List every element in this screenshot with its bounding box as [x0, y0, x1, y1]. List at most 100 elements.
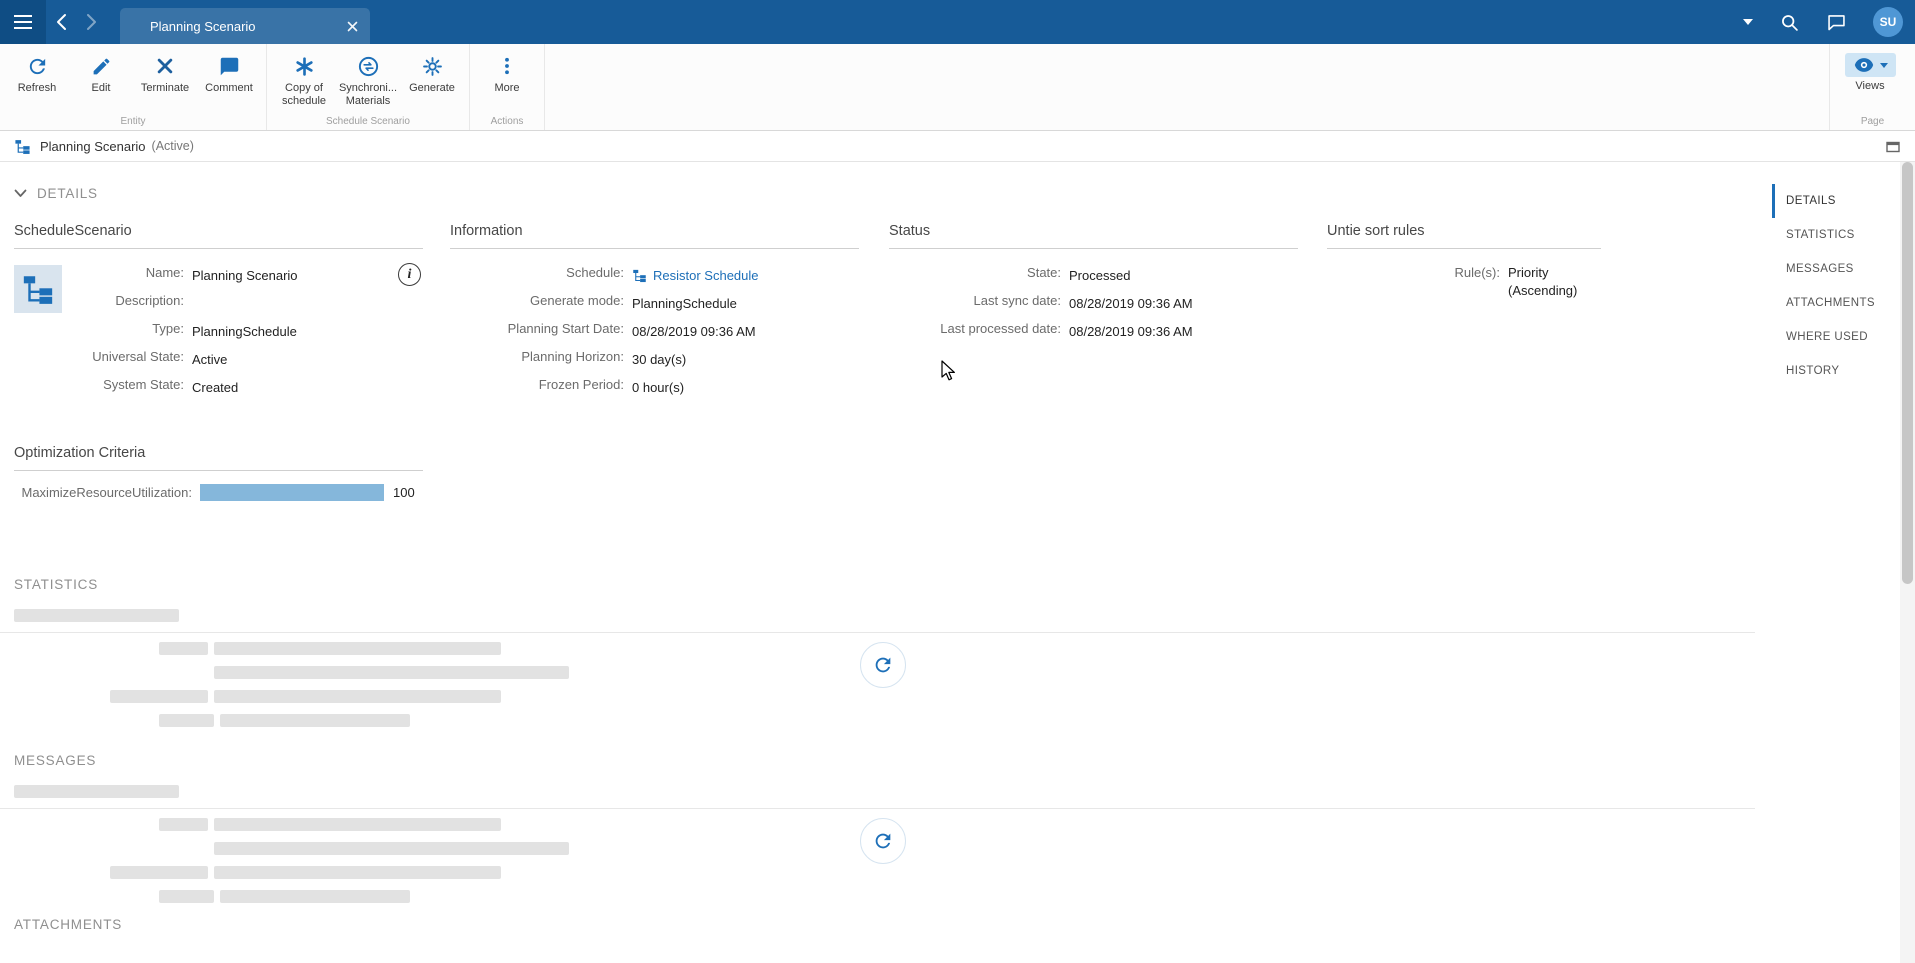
divider — [0, 808, 1755, 809]
terminate-label: Terminate — [140, 82, 190, 94]
side-tab-statistics[interactable]: STATISTICS — [1772, 218, 1898, 252]
tab-close-icon[interactable] — [347, 21, 358, 32]
schedule-link[interactable]: Resistor Schedule — [653, 267, 759, 285]
details-section-header[interactable]: DETAILS — [14, 186, 1755, 201]
side-tab-attachments[interactable]: ATTACHMENTS — [1772, 286, 1898, 320]
skeleton-bar — [220, 714, 410, 727]
skeleton-bar — [159, 642, 208, 655]
optimization-row: MaximizeResourceUtilization: 100 — [14, 484, 423, 501]
side-tab-history[interactable]: HISTORY — [1772, 354, 1898, 388]
attachments-section-header[interactable]: ATTACHMENTS — [14, 917, 1755, 932]
skeleton-bar — [110, 866, 208, 879]
side-tab-messages[interactable]: MESSAGES — [1772, 252, 1898, 286]
breadcrumb-title: Planning Scenario — [40, 138, 146, 154]
search-button[interactable] — [1779, 12, 1800, 33]
scrollbar-track[interactable] — [1900, 131, 1915, 963]
toolbar-group-label-actions: Actions — [490, 116, 524, 127]
attachments-section-title: ATTACHMENTS — [14, 917, 123, 932]
page-anchor-nav: DETAILS STATISTICS MESSAGES ATTACHMENTS … — [1772, 184, 1898, 388]
field-value: 08/28/2019 09:36 AM — [1069, 323, 1193, 339]
toolbar-group-entity: Refresh Edit Terminate Comment Entity — [0, 44, 267, 130]
optimization-criteria-section: Optimization Criteria MaximizeResourceUt… — [14, 445, 423, 501]
side-tab-details[interactable]: DETAILS — [1772, 184, 1898, 218]
field-value: PlanningSchedule — [632, 295, 737, 311]
views-highlight — [1844, 53, 1896, 77]
field-row: State: Processed — [889, 259, 1298, 287]
info-icon[interactable] — [398, 263, 421, 286]
copy-of-schedule-label: Copy of schedule — [281, 82, 327, 107]
optimization-progress-bar — [200, 484, 384, 501]
back-button[interactable] — [46, 0, 76, 44]
views-label: Views — [1855, 80, 1885, 92]
skeleton-bar — [14, 609, 179, 622]
chat-button[interactable] — [1826, 12, 1847, 33]
chevron-down-icon — [14, 189, 27, 197]
comment-button[interactable]: Comment — [197, 48, 261, 95]
statistics-section: STATISTICS — [0, 577, 1755, 727]
topbar-right-controls: SU — [1743, 7, 1915, 37]
tab-title: Planning Scenario — [150, 18, 256, 34]
statistics-skeleton — [14, 642, 1755, 727]
field-label: Universal State: — [92, 349, 184, 364]
expand-panel-button[interactable] — [1885, 139, 1901, 154]
field-label: Last sync date: — [973, 293, 1061, 308]
field-label: Generate mode: — [530, 293, 624, 308]
field-label: Planning Start Date: — [507, 321, 624, 336]
scrollbar-thumb[interactable] — [1902, 162, 1913, 584]
optimization-progress-fill — [200, 484, 384, 501]
statistics-section-header[interactable]: STATISTICS — [14, 577, 1755, 592]
search-icon — [1782, 14, 1798, 31]
more-icon — [497, 53, 517, 79]
scenario-thumbnail — [14, 265, 62, 313]
side-tab-where-used[interactable]: WHERE USED — [1772, 320, 1898, 354]
field-value: 30 day(s) — [632, 351, 687, 367]
field-row: Universal State: Active — [14, 343, 423, 371]
generate-button[interactable]: Generate — [400, 48, 464, 95]
field-row: Planning Horizon: 30 day(s) — [450, 343, 859, 371]
more-button[interactable]: More — [475, 48, 539, 95]
synchronize-materials-label: Synchroni... Materials — [338, 82, 398, 107]
information-column-header: Information — [450, 223, 859, 249]
optimization-value: 100 — [393, 485, 415, 500]
tab-planning-scenario[interactable]: Planning Scenario — [120, 8, 370, 44]
toolbar-group-label-schedule-scenario: Schedule Scenario — [326, 116, 410, 127]
copy-of-schedule-button[interactable]: Copy of schedule — [272, 48, 336, 107]
menu-button[interactable] — [0, 0, 46, 44]
breadcrumb-status: (Active) — [151, 139, 194, 153]
views-button[interactable]: Views — [1835, 48, 1905, 93]
field-row: Schedule: Resistor Schedule — [450, 259, 859, 287]
details-columns: ScheduleScenario Name: Planning Scenario… — [14, 223, 1755, 399]
synchronize-materials-button[interactable]: Synchroni... Materials — [336, 48, 400, 107]
messages-section-title: MESSAGES — [14, 753, 97, 768]
refresh-icon — [26, 53, 49, 79]
field-label: Rule(s): — [1454, 265, 1500, 280]
messages-section: MESSAGES — [0, 753, 1755, 903]
topbar-dropdown-caret-icon[interactable] — [1743, 19, 1753, 25]
toolbar-group-actions: More Actions — [470, 44, 545, 130]
field-label: System State: — [103, 377, 184, 392]
topbar: Planning Scenario SU — [0, 0, 1915, 44]
generate-label: Generate — [409, 82, 455, 94]
refresh-button[interactable]: Refresh — [5, 48, 69, 95]
forward-button[interactable] — [76, 0, 106, 44]
edit-button[interactable]: Edit — [69, 48, 133, 95]
field-label: Last processed date: — [940, 321, 1061, 336]
schedule-scenario-column: ScheduleScenario Name: Planning Scenario… — [14, 223, 423, 399]
planning-scenario-type-icon — [15, 139, 30, 154]
optimization-criteria-header: Optimization Criteria — [14, 445, 423, 471]
refresh-spinner-icon — [875, 657, 891, 673]
messages-section-header[interactable]: MESSAGES — [14, 753, 1755, 768]
field-value: PlanningSchedule — [192, 323, 297, 339]
terminate-button[interactable]: Terminate — [133, 48, 197, 95]
avatar[interactable]: SU — [1873, 7, 1903, 37]
messages-skeleton — [14, 818, 1755, 903]
skeleton-bar — [214, 690, 501, 703]
chevron-right-icon — [86, 14, 96, 30]
field-row: Generate mode: PlanningSchedule — [450, 287, 859, 315]
skeleton-bar — [214, 642, 501, 655]
loading-spinner — [860, 642, 906, 688]
field-row: Last processed date: 08/28/2019 09:36 AM — [889, 315, 1298, 343]
generate-icon — [421, 53, 444, 79]
toolbar: Refresh Edit Terminate Comment Entity Co… — [0, 44, 1915, 131]
statistics-section-title: STATISTICS — [14, 577, 99, 592]
